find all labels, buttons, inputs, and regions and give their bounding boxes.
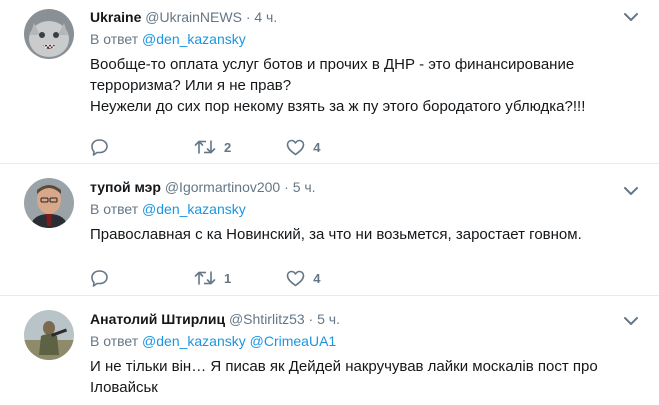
reply-context: В ответ @den_kazansky @CrimeaUA1: [90, 332, 639, 351]
timestamp[interactable]: 5 ч.: [293, 179, 316, 195]
mention-link[interactable]: @den_kazansky: [142, 31, 246, 47]
reply-prefix: В ответ: [90, 31, 139, 47]
tweet-text-line: Православная с ка Новинский, за что ни в…: [90, 226, 582, 243]
mention-link[interactable]: @den_kazansky: [142, 201, 246, 217]
like-count: 4: [313, 139, 321, 155]
tweet-header: тупой мэр @Igormartinov200 · 5 ч.: [90, 178, 639, 197]
tweet-actions: 1 4: [90, 268, 375, 288]
reply-icon: [91, 139, 108, 156]
tweet-text-line: И не тільки він… Я писав як Дейдей накру…: [90, 358, 598, 396]
avatar[interactable]: [24, 178, 74, 228]
display-name[interactable]: Ukraine: [90, 9, 141, 25]
tweet-header: Ukraine @UkrainNEWS · 4 ч.: [90, 8, 639, 27]
separator-dot: ·: [245, 9, 251, 25]
avatar-image: [24, 178, 74, 228]
username[interactable]: @Shtirlitz53: [229, 311, 305, 327]
like-button[interactable]: 4: [286, 270, 320, 287]
like-count: 4: [313, 270, 321, 286]
reply-context: В ответ @den_kazansky: [90, 200, 639, 219]
reply-button[interactable]: [90, 269, 109, 287]
tweet-text: Православная с ка Новинский, за что ни в…: [90, 224, 639, 245]
mention-link[interactable]: @den_kazansky: [142, 333, 246, 349]
heart-icon: [286, 270, 305, 286]
mention-link[interactable]: @CrimeaUA1: [250, 333, 337, 349]
tweet-text-line: Вообще-то оплата услуг ботов и прочих в …: [90, 56, 575, 94]
username[interactable]: @Igormartinov200: [165, 179, 280, 195]
chevron-down-icon[interactable]: [623, 313, 639, 329]
display-name[interactable]: тупой мэр: [90, 179, 161, 195]
display-name[interactable]: Анатолий Штирлиц: [90, 311, 225, 327]
tweet-text: И не тільки він… Я писав як Дейдей накру…: [90, 356, 639, 398]
retweet-icon: [194, 271, 216, 285]
avatar[interactable]: [24, 310, 74, 360]
like-button[interactable]: 4: [286, 139, 320, 156]
heart-icon: [286, 139, 305, 155]
retweet-count: 2: [224, 139, 232, 155]
tweet[interactable]: Ukraine @UkrainNEWS · 4 ч. В ответ @den_…: [0, 0, 659, 164]
retweet-button[interactable]: 1: [194, 270, 231, 286]
reply-button[interactable]: [90, 138, 109, 156]
tweet[interactable]: Анатолий Штирлиц @Shtirlitz53 · 5 ч. В о…: [0, 296, 659, 405]
tweet-text: Вообще-то оплата услуг ботов и прочих в …: [90, 54, 639, 117]
tweet-actions: 2 4: [90, 137, 375, 157]
avatar-image: [24, 9, 74, 59]
reply-prefix: В ответ: [90, 333, 139, 349]
retweet-icon: [194, 140, 216, 154]
retweet-button[interactable]: 2: [194, 139, 231, 155]
separator-dot: ·: [284, 179, 289, 195]
chevron-down-icon[interactable]: [623, 9, 639, 25]
separator-dot: ·: [308, 311, 314, 327]
tweet-header: Анатолий Штирлиц @Shtirlitz53 · 5 ч.: [90, 310, 639, 329]
avatar[interactable]: [24, 9, 74, 59]
retweet-count: 1: [224, 270, 232, 286]
username[interactable]: @UkrainNEWS: [145, 9, 242, 25]
timestamp[interactable]: 5 ч.: [317, 311, 340, 327]
avatar-image: [24, 310, 74, 360]
timestamp[interactable]: 4 ч.: [254, 9, 277, 25]
reply-icon: [91, 270, 108, 287]
tweet[interactable]: тупой мэр @Igormartinov200 · 5 ч. В отве…: [0, 164, 659, 296]
tweet-text-line: Неужели до сих пор некому взять за ж пу …: [90, 98, 586, 115]
reply-context: В ответ @den_kazansky: [90, 30, 639, 49]
reply-prefix: В ответ: [90, 201, 139, 217]
chevron-down-icon[interactable]: [623, 183, 639, 199]
